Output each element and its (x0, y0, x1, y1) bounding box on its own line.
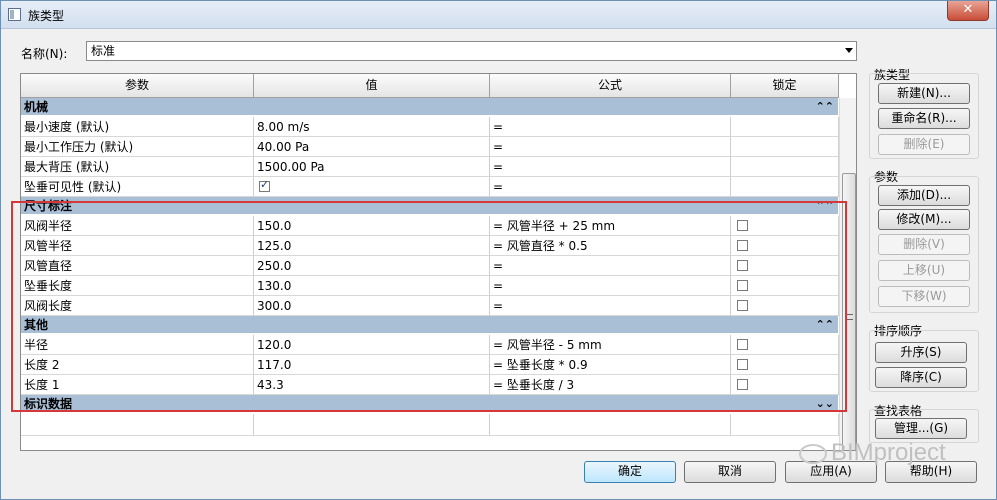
value-cell[interactable] (254, 177, 490, 197)
lock-cell (731, 117, 839, 137)
highlight-annotation (11, 201, 847, 412)
col-header-formula[interactable]: 公式 (490, 74, 731, 98)
formula-cell[interactable]: = (490, 117, 731, 137)
sort-ascending-button[interactable]: 升序(S) (875, 342, 967, 363)
sort-descending-button[interactable]: 降序(C) (875, 367, 967, 388)
group-header[interactable]: 机械 ⌃⌃ (21, 98, 838, 116)
add-parameter-button[interactable]: 添加(D)... (878, 185, 970, 206)
formula-cell[interactable]: = (490, 177, 731, 197)
col-header-lock[interactable]: 锁定 (731, 74, 839, 98)
type-name-value: 标准 (91, 44, 116, 58)
grip-icon (847, 314, 853, 320)
new-type-button[interactable]: 新建(N)... (878, 83, 970, 104)
close-button[interactable]: ✕ (947, 1, 989, 21)
value-cell[interactable]: 8.00 m/s (254, 117, 490, 137)
remove-parameter-button[interactable]: 删除(V) (878, 234, 970, 255)
empty-cell (731, 414, 839, 436)
manage-lookup-tables-button[interactable]: 管理...(G) (875, 418, 967, 439)
watermark-text: BIMproject (831, 439, 946, 466)
collapse-icon[interactable]: ⌃⌃ (816, 98, 834, 116)
table-row: 最小工作压力 (默认) 40.00 Pa = (21, 137, 839, 157)
value-cell[interactable]: 1500.00 Pa (254, 157, 490, 177)
parameter-cell: 最小速度 (默认) (21, 117, 254, 137)
lock-cell (731, 137, 839, 157)
empty-row (21, 414, 839, 436)
parameter-cell: 最大背压 (默认) (21, 157, 254, 177)
parameter-cell: 坠垂可见性 (默认) (21, 177, 254, 197)
formula-cell[interactable]: = (490, 157, 731, 177)
name-label: 名称(N): (21, 47, 68, 61)
col-header-parameter[interactable]: 参数 (21, 74, 254, 98)
type-name-dropdown[interactable]: 标准 (86, 41, 857, 61)
lock-cell (731, 177, 839, 197)
window-title: 族类型 (28, 9, 65, 23)
title-bar: 族类型 ✕ (1, 1, 996, 29)
wechat-icon (799, 443, 827, 464)
empty-cell (21, 414, 254, 436)
watermark: BIMproject (799, 439, 946, 467)
window-icon (8, 8, 21, 21)
table-row: 最小速度 (默认) 8.00 m/s = (21, 117, 839, 137)
cancel-button[interactable]: 取消 (684, 461, 776, 483)
move-up-button[interactable]: 上移(U) (878, 260, 970, 281)
col-header-value[interactable]: 值 (254, 74, 490, 98)
formula-cell[interactable]: = (490, 137, 731, 157)
value-cell[interactable]: 40.00 Pa (254, 137, 490, 157)
delete-type-button[interactable]: 删除(E) (878, 134, 970, 155)
move-down-button[interactable]: 下移(W) (878, 286, 970, 307)
visibility-checkbox[interactable] (259, 178, 270, 192)
empty-cell (254, 414, 490, 436)
table-row: 最大背压 (默认) 1500.00 Pa = (21, 157, 839, 177)
group-title: 机械 (24, 100, 49, 114)
ok-button[interactable]: 确定 (584, 461, 676, 483)
family-types-dialog: 族类型 ✕ 名称(N): 标准 参数 值 公式 锁定 机械 ⌃⌃ 最小速度 (默认)… (0, 0, 997, 500)
modify-parameter-button[interactable]: 修改(M)... (878, 209, 970, 230)
chevron-down-icon[interactable] (845, 48, 853, 53)
empty-cell (490, 414, 731, 436)
parameter-cell: 最小工作压力 (默认) (21, 137, 254, 157)
lock-cell (731, 157, 839, 177)
rename-type-button[interactable]: 重命名(R)... (878, 108, 970, 129)
table-row: 坠垂可见性 (默认) = (21, 177, 839, 197)
